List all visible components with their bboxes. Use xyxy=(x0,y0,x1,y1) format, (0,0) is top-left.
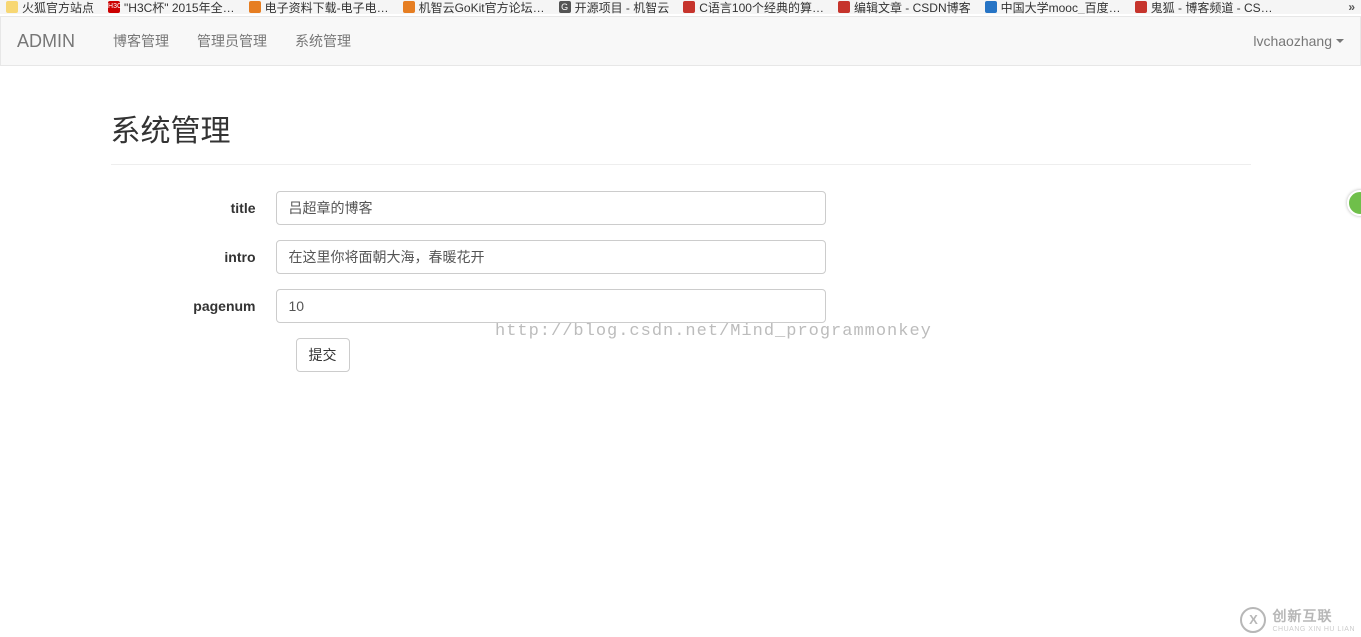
nav-item-system[interactable]: 系统管理 xyxy=(281,31,365,51)
page-title: 系统管理 xyxy=(111,106,1251,165)
form-group-title: title xyxy=(111,191,1251,225)
intro-input[interactable] xyxy=(276,240,826,274)
bookmark-item[interactable]: H3C "H3C杯" 2015年全… xyxy=(108,0,235,14)
bookmark-bar: 火狐官方站点 H3C "H3C杯" 2015年全… 电子资料下载-电子电… 机智… xyxy=(0,0,1361,14)
bookmark-overflow-button[interactable]: » xyxy=(1348,0,1355,14)
bookmark-label: 机智云GoKit官方论坛… xyxy=(419,0,545,14)
site-icon xyxy=(249,1,261,13)
bookmark-item[interactable]: 鬼狐 - 博客频道 - CS… xyxy=(1135,0,1273,14)
pagenum-input[interactable] xyxy=(276,289,826,323)
pagenum-label: pagenum xyxy=(111,298,276,314)
submit-button[interactable]: 提交 xyxy=(296,338,350,372)
footer-logo: X 创新互联 CHUANG XIN HU LIAN xyxy=(1240,606,1355,633)
site-icon: G xyxy=(559,1,571,13)
logo-text-en: CHUANG XIN HU LIAN xyxy=(1272,626,1355,633)
settings-form: title intro pagenum 提交 xyxy=(111,191,1251,372)
title-label: title xyxy=(111,200,276,216)
bookmark-item[interactable]: 火狐官方站点 xyxy=(6,0,94,14)
bookmark-item[interactable]: 中国大学mooc_百度… xyxy=(985,0,1121,14)
bookmark-item[interactable]: 电子资料下载-电子电… xyxy=(249,0,389,14)
bookmark-label: 电子资料下载-电子电… xyxy=(265,0,389,14)
navbar-nav: 博客管理 管理员管理 系统管理 xyxy=(99,31,365,51)
bookmark-item[interactable]: G 开源项目 - 机智云 xyxy=(559,0,670,14)
nav-item-blog[interactable]: 博客管理 xyxy=(99,31,183,51)
navbar: ADMIN 博客管理 管理员管理 系统管理 lvchaozhang xyxy=(0,16,1361,66)
bookmark-label: 编辑文章 - CSDN博客 xyxy=(854,0,971,14)
logo-text-cn: 创新互联 xyxy=(1272,606,1355,626)
user-menu[interactable]: lvchaozhang xyxy=(1253,33,1344,49)
logo-text-wrap: 创新互联 CHUANG XIN HU LIAN xyxy=(1272,606,1355,633)
form-group-intro: intro xyxy=(111,240,1251,274)
bookmark-item[interactable]: 机智云GoKit官方论坛… xyxy=(403,0,545,14)
csdn-icon xyxy=(683,1,695,13)
nav-item-admin[interactable]: 管理员管理 xyxy=(183,31,281,51)
bookmark-label: 鬼狐 - 博客频道 - CS… xyxy=(1151,0,1273,14)
bookmark-label: C语言100个经典的算… xyxy=(699,0,824,14)
bookmark-item[interactable]: C语言100个经典的算… xyxy=(683,0,824,14)
main-container: 系统管理 title intro pagenum 提交 xyxy=(111,66,1251,372)
floating-badge-icon[interactable] xyxy=(1347,190,1361,216)
bookmark-label: "H3C杯" 2015年全… xyxy=(124,0,235,14)
intro-label: intro xyxy=(111,249,276,265)
bookmark-label: 开源项目 - 机智云 xyxy=(575,0,670,14)
caret-down-icon xyxy=(1336,39,1344,43)
site-icon xyxy=(403,1,415,13)
bookmark-label: 火狐官方站点 xyxy=(22,0,94,14)
navbar-brand[interactable]: ADMIN xyxy=(17,31,75,52)
h3c-icon: H3C xyxy=(108,1,120,13)
site-icon xyxy=(985,1,997,13)
user-name: lvchaozhang xyxy=(1253,33,1332,49)
bookmark-label: 中国大学mooc_百度… xyxy=(1001,0,1121,14)
title-input[interactable] xyxy=(276,191,826,225)
form-group-pagenum: pagenum xyxy=(111,289,1251,323)
logo-mark-icon: X xyxy=(1240,607,1266,633)
csdn-icon xyxy=(838,1,850,13)
folder-icon xyxy=(6,1,18,13)
bookmark-item[interactable]: 编辑文章 - CSDN博客 xyxy=(838,0,971,14)
csdn-icon xyxy=(1135,1,1147,13)
